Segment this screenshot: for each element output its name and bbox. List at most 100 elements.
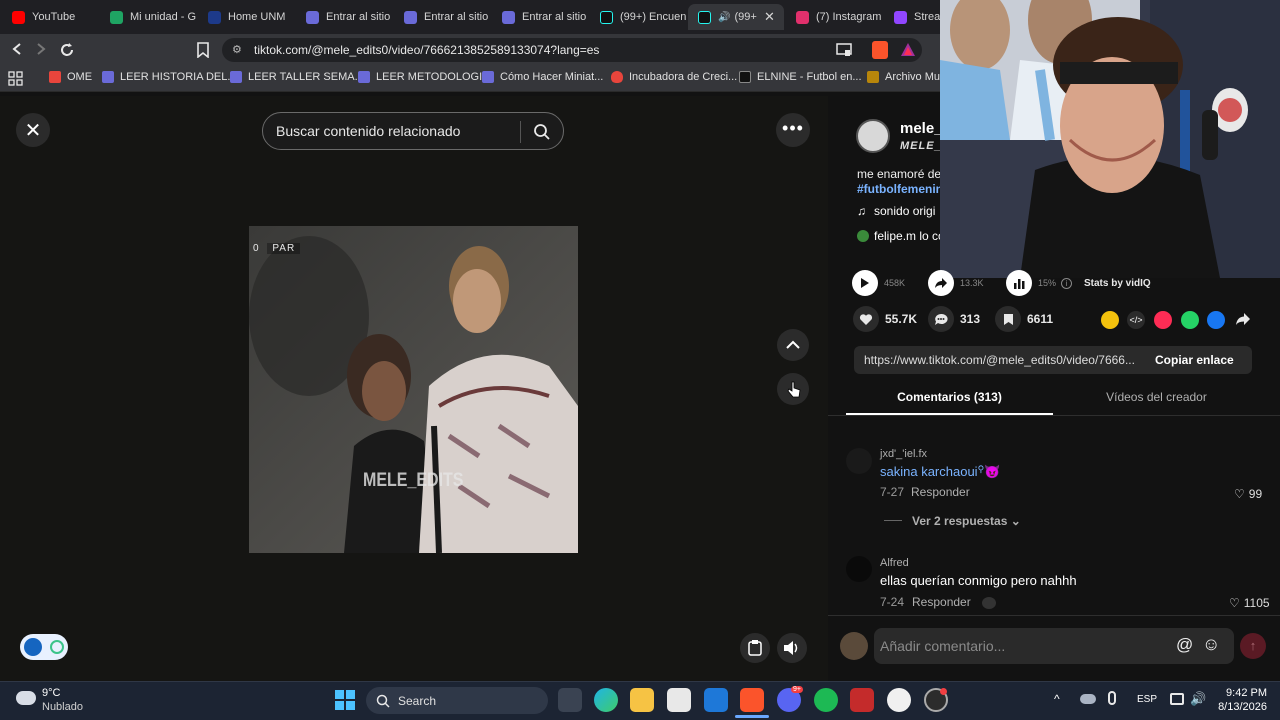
vidiq-engagement: 15% i <box>1006 270 1073 296</box>
related-search-input[interactable]: Buscar contenido relacionado <box>262 112 564 150</box>
task-view-icon[interactable] <box>558 688 582 712</box>
send-icon[interactable] <box>1154 311 1172 329</box>
close-tab-icon[interactable]: ✕ <box>764 9 775 25</box>
video-player[interactable]: 0 PAR MELE_EDITS <box>249 226 578 553</box>
reply-button[interactable]: Responder <box>912 595 971 609</box>
bookmark-incubadora[interactable]: Incubadora de Creci... <box>611 71 737 83</box>
moodle-icon <box>102 71 114 83</box>
mention-icon[interactable]: @ <box>1176 635 1193 655</box>
mention-row[interactable]: felipe.m lo co <box>857 229 945 243</box>
avatar[interactable] <box>846 448 872 474</box>
edge-icon[interactable] <box>594 688 618 712</box>
tab-youtube[interactable]: YouTube <box>2 4 98 30</box>
more-options-button[interactable]: ••• <box>776 113 810 147</box>
bookmark-ome[interactable]: OME <box>49 71 92 83</box>
network-icon[interactable] <box>1170 693 1184 705</box>
embed-icon[interactable]: </> <box>1127 311 1145 329</box>
clock-time[interactable]: 9:42 PM <box>1217 687 1267 699</box>
search-icon[interactable] <box>533 123 551 141</box>
store-icon[interactable] <box>667 688 691 712</box>
bookmark-miniat[interactable]: Cómo Hacer Miniat... <box>482 71 603 83</box>
site-info-icon[interactable]: ⚙ <box>232 43 242 56</box>
comment-user[interactable]: jxd'_'iel.fx <box>880 448 927 460</box>
hashtag-link[interactable]: #futbolfemenin <box>857 182 943 196</box>
avatar[interactable] <box>846 556 872 582</box>
bookmark-archivo[interactable]: Archivo Mun <box>867 71 946 83</box>
drive-icon <box>110 10 123 24</box>
obs-icon[interactable] <box>887 688 911 712</box>
back-icon[interactable] <box>10 42 24 56</box>
brave-icon[interactable] <box>740 688 764 712</box>
search-icon <box>376 694 390 708</box>
file-explorer-icon[interactable] <box>630 688 654 712</box>
save-button[interactable]: 6611 <box>995 306 1053 332</box>
bookmark-icon <box>995 306 1021 332</box>
reload-icon[interactable] <box>59 42 75 58</box>
windows-start-icon[interactable] <box>334 689 356 711</box>
sound-link[interactable]: ♫ sonido origi <box>857 204 935 218</box>
pip-button[interactable] <box>740 633 770 663</box>
cast-icon[interactable] <box>836 43 852 57</box>
next-video-button[interactable] <box>777 373 809 405</box>
tab-moodle-1[interactable]: Entrar al sitio <box>296 4 392 30</box>
speaker-icon[interactable]: 🔊 <box>1190 691 1206 707</box>
forward-icon[interactable] <box>34 42 48 56</box>
video-link[interactable]: https://www.tiktok.com/@mele_edits0/vide… <box>854 353 1149 367</box>
brave-shield-icon[interactable] <box>872 41 888 59</box>
taskbar-search[interactable]: Search <box>366 687 548 714</box>
bookmark-taller[interactable]: LEER TALLER SEMA... <box>230 71 364 83</box>
tab-instagram[interactable]: (7) Instagram <box>786 4 882 30</box>
tab-stream[interactable]: Stream <box>884 4 944 30</box>
view-replies-button[interactable]: Ver 2 respuestas ⌄ <box>912 514 1021 528</box>
previous-video-button[interactable] <box>777 329 809 361</box>
bookmark-metodologia[interactable]: LEER METODOLOGIA <box>358 71 490 83</box>
clipboard-icon <box>748 640 762 656</box>
brave-rewards-icon[interactable] <box>900 42 916 58</box>
url-input[interactable]: ⚙ tiktok.com/@mele_edits0/video/76662138… <box>222 38 922 62</box>
tab-comments[interactable]: Comentarios (313) <box>846 390 1053 404</box>
bookmark-historia[interactable]: LEER HISTORIA DEL... <box>102 71 237 83</box>
emoji-icon[interactable]: ☺ <box>1202 634 1220 655</box>
language-indicator[interactable]: ESP <box>1137 694 1157 705</box>
facebook-icon[interactable] <box>1207 311 1225 329</box>
mail-icon[interactable] <box>704 688 728 712</box>
cloud-icon <box>16 691 36 705</box>
spotify-icon[interactable] <box>814 688 838 712</box>
creator-avatar[interactable] <box>856 119 890 153</box>
creator-username[interactable]: mele_ <box>900 120 943 137</box>
comment-like[interactable]: ♡ 99 <box>1234 487 1262 501</box>
tab-unm[interactable]: Home UNM <box>198 4 294 30</box>
tab-label: Entrar al sitio <box>326 11 391 23</box>
bookmark-label: ELNINE - Futbol en... <box>757 71 862 83</box>
extension-toggle[interactable] <box>20 634 68 660</box>
info-icon[interactable]: i <box>1061 277 1073 289</box>
like-button[interactable]: 55.7K <box>853 306 917 332</box>
tab-tiktok-1[interactable]: (99+) Encuen <box>590 4 686 30</box>
comment-button[interactable]: 313 <box>928 306 980 332</box>
reply-button[interactable]: Responder <box>911 485 970 499</box>
tab-creator-videos[interactable]: Vídeos del creador <box>1053 390 1260 404</box>
bookmark-page-icon[interactable] <box>196 42 210 58</box>
tab-moodle-3[interactable]: Entrar al sitio <box>492 4 588 30</box>
comment-user[interactable]: Alfred <box>880 557 909 569</box>
weather-temp[interactable]: 9°C <box>42 687 60 699</box>
play-icon[interactable] <box>852 270 878 296</box>
copy-link-button[interactable]: Copiar enlace <box>1155 353 1234 367</box>
tab-moodle-2[interactable]: Entrar al sitio <box>394 4 490 30</box>
voicemeeter-icon[interactable] <box>850 688 874 712</box>
more-share-icon[interactable] <box>1235 312 1251 326</box>
tab-tiktok-active[interactable]: 🔊 (99+ ✕ <box>688 4 784 30</box>
close-video-button[interactable]: ✕ <box>16 113 50 147</box>
apps-grid-icon[interactable] <box>8 71 24 87</box>
comment-input[interactable]: Añadir comentario... @ ☺ <box>874 628 1234 664</box>
repost-icon[interactable] <box>1101 311 1119 329</box>
whatsapp-icon[interactable] <box>1181 311 1199 329</box>
comment-like[interactable]: ♡ 1105 <box>1229 596 1270 610</box>
onedrive-icon[interactable] <box>1080 694 1096 704</box>
tab-drive[interactable]: Mi unidad - G <box>100 4 196 30</box>
bookmark-elnine[interactable]: ELNINE - Futbol en... <box>739 71 862 83</box>
chevron-up-icon[interactable]: ^ <box>1054 692 1060 706</box>
post-comment-button[interactable]: ↑ <box>1240 633 1266 659</box>
volume-button[interactable] <box>777 633 807 663</box>
microphone-icon[interactable] <box>1108 691 1116 705</box>
